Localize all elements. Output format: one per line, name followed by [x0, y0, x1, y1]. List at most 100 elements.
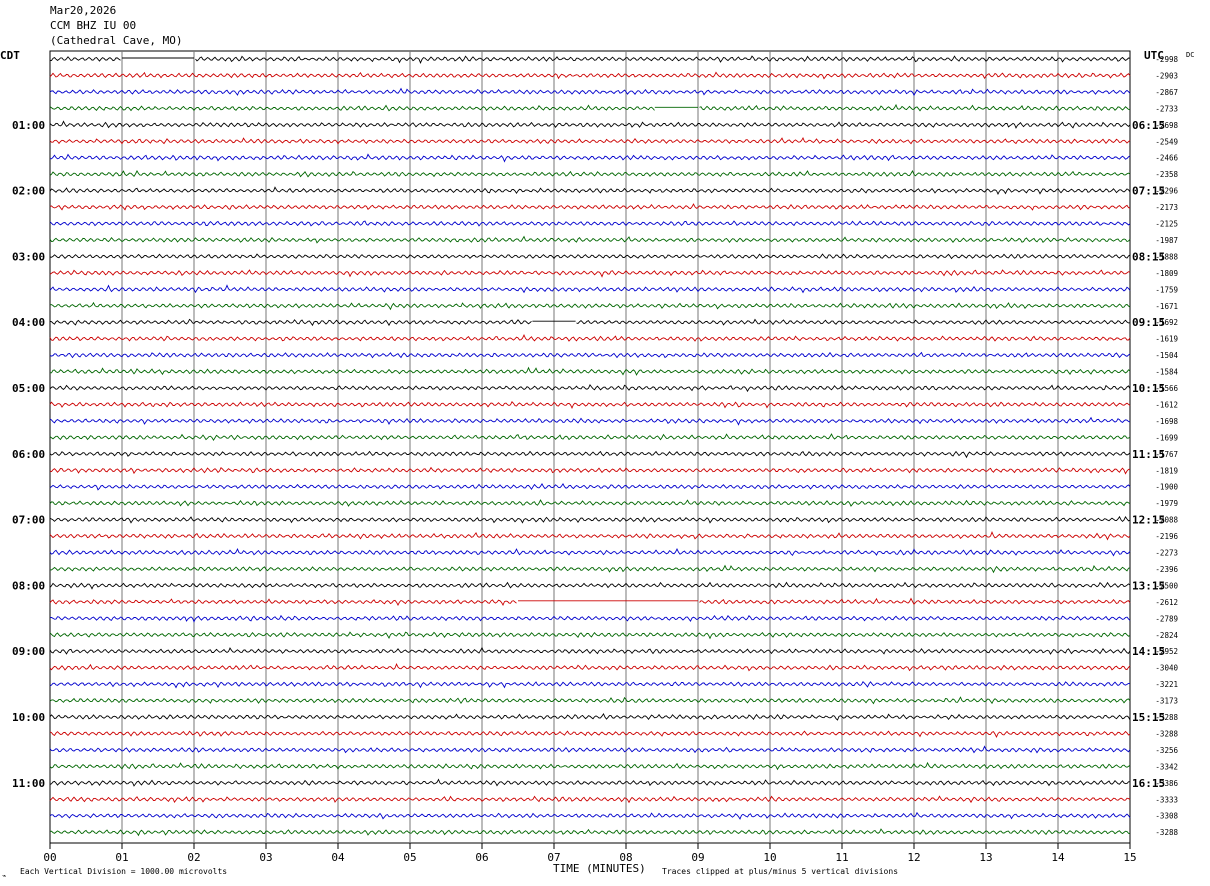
seismic-trace — [49, 186, 1131, 196]
dc-header-label: DC — [1186, 51, 1194, 59]
dc-offset-label: -2125 — [1155, 220, 1178, 229]
x-axis-label: TIME (MINUTES) — [553, 862, 646, 875]
x-tick-label: 14 — [1051, 851, 1065, 864]
x-tick-label: 03 — [259, 851, 272, 864]
seismic-trace — [195, 55, 1131, 64]
utc-hour-label: 15:15 — [1132, 711, 1165, 724]
cdt-hour-label: 07:00 — [12, 514, 45, 527]
seismic-trace — [49, 269, 1131, 278]
dc-offset-label: -3308 — [1155, 812, 1178, 821]
utc-hour-label: 10:15 — [1132, 382, 1165, 395]
x-tick-label: 02 — [187, 851, 200, 864]
seismic-trace — [49, 598, 517, 606]
dc-offset-label: -2173 — [1155, 203, 1178, 212]
seismic-trace — [576, 318, 1131, 326]
x-tick-label: 09 — [691, 851, 704, 864]
seismic-trace — [49, 581, 1131, 590]
utc-hour-label: 16:15 — [1132, 777, 1165, 790]
seismic-trace — [49, 811, 1131, 820]
cdt-hour-label: 09:00 — [12, 645, 45, 658]
dc-offset-label: -2824 — [1155, 631, 1178, 640]
dc-offset-label: -1584 — [1155, 368, 1178, 377]
seismic-trace — [49, 104, 655, 112]
utc-hour-label: 13:15 — [1132, 579, 1165, 592]
seismic-trace — [49, 433, 1131, 441]
utc-hour-label: 14:15 — [1132, 645, 1165, 658]
dc-offset-label: -1671 — [1155, 302, 1178, 311]
seismic-trace — [49, 284, 1131, 294]
seismic-trace — [49, 795, 1131, 804]
x-tick-label: 12 — [907, 851, 920, 864]
seismic-trace — [699, 597, 1131, 605]
seismic-trace — [49, 401, 1131, 409]
seismic-trace — [49, 450, 1131, 459]
cdt-hour-label: 01:00 — [12, 119, 45, 132]
seismic-trace — [50, 564, 1131, 574]
seismic-trace — [49, 631, 1131, 640]
dc-offset-label: -2867 — [1155, 88, 1178, 97]
seismic-trace — [49, 169, 1131, 178]
cdt-hour-label: 10:00 — [12, 711, 45, 724]
seismic-trace — [49, 235, 1131, 244]
x-tick-label: 00 — [43, 851, 56, 864]
seismic-trace — [49, 828, 1131, 837]
x-tick-label: 05 — [403, 851, 416, 864]
dc-offset-label: -1699 — [1155, 433, 1178, 442]
seismic-trace — [49, 153, 1131, 163]
cdt-hour-label: 05:00 — [12, 382, 45, 395]
utc-hour-label: 07:15 — [1132, 185, 1165, 198]
utc-hour-label: 12:15 — [1132, 514, 1165, 527]
seismic-trace — [49, 499, 1131, 507]
seismic-trace — [49, 136, 1131, 145]
corner-mark-icon: ⌁ — [2, 872, 7, 880]
seismic-trace — [49, 483, 1131, 491]
seismic-trace — [49, 712, 1131, 721]
cdt-hour-label: 11:00 — [12, 777, 45, 790]
dc-offset-label: -3173 — [1155, 697, 1178, 706]
dc-offset-label: -1612 — [1155, 400, 1178, 409]
dc-offset-label: -2466 — [1155, 154, 1178, 163]
utc-hour-label: 09:15 — [1132, 316, 1165, 329]
footer-scale-note: Each Vertical Division = 1000.00 microvo… — [20, 867, 228, 876]
seismic-trace — [49, 71, 1131, 80]
seismic-trace — [49, 531, 1131, 541]
dc-offset-label: -1504 — [1155, 351, 1178, 360]
seismic-trace — [49, 761, 1131, 771]
seismic-trace — [49, 301, 1131, 311]
seismic-trace — [49, 646, 1131, 655]
dc-offset-label: -3221 — [1155, 680, 1178, 689]
helicorder-plot: 00 01 02 03 04 05 06 07 08 09 10 11 12 13 14 15-2998-29… — [12, 50, 1194, 864]
x-tick-label: 10 — [763, 851, 776, 864]
dc-offset-label: -2196 — [1155, 532, 1178, 541]
seismic-trace — [49, 253, 1131, 260]
dc-offset-label: -3333 — [1155, 795, 1178, 804]
dc-offset-label: -1819 — [1155, 466, 1178, 475]
plot-frame — [49, 50, 1131, 844]
cdt-hour-label: 02:00 — [12, 185, 45, 198]
seismic-trace — [49, 416, 1131, 426]
x-tick-label: 13 — [979, 851, 992, 864]
seismic-trace — [49, 515, 1131, 524]
seismic-trace — [49, 466, 1131, 475]
dc-offset-label: -2273 — [1155, 549, 1178, 558]
dc-offset-label: -2733 — [1155, 104, 1178, 113]
seismic-trace — [699, 103, 1131, 112]
dc-offset-label: -2998 — [1155, 55, 1178, 64]
seismic-trace — [50, 366, 1131, 376]
dc-offset-label: -1987 — [1155, 236, 1178, 245]
dc-offset-label: -3040 — [1155, 664, 1178, 673]
utc-hour-label: 11:15 — [1132, 448, 1165, 461]
seismic-trace — [49, 680, 1130, 689]
dc-offset-label: -1698 — [1155, 417, 1178, 426]
seismic-trace — [49, 220, 1131, 227]
seismic-trace — [49, 745, 1131, 754]
seismic-trace — [49, 662, 1131, 672]
dc-offset-label: -3288 — [1155, 729, 1178, 738]
seismic-trace — [49, 696, 1131, 705]
dc-offset-label: -1809 — [1155, 269, 1178, 278]
seismic-trace — [49, 384, 1131, 393]
seismic-trace — [49, 351, 1131, 359]
seismic-trace — [49, 87, 1131, 97]
seismic-trace — [49, 778, 1131, 787]
x-tick-label: 11 — [835, 851, 848, 864]
